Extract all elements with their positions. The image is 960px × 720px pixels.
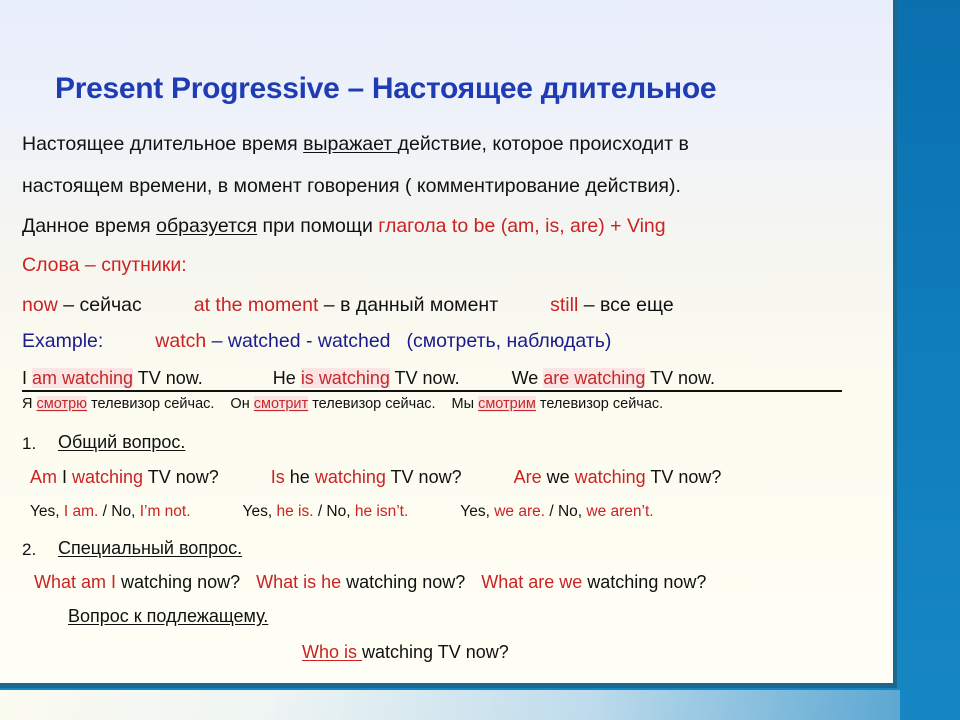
gq-1-subject: I xyxy=(57,467,73,487)
example-verb-base: watch xyxy=(155,330,207,352)
affirmative-row-ru: Я смотрю телевизор сейчас. Он смотрит тел… xyxy=(22,396,663,412)
marker-now-ru: сейчас xyxy=(79,294,142,316)
sq-2-rest: watching now? xyxy=(341,572,466,592)
section-2-number: 2. xyxy=(22,540,37,559)
sa-2-no-answer: he isn’t. xyxy=(354,503,409,520)
marker-now-en: now xyxy=(22,294,58,316)
presentation-slide: Present Progressive – Настоящее длительн… xyxy=(0,0,897,688)
intro-text-e: при помощи xyxy=(257,215,379,237)
gq-1-aux: Am xyxy=(30,467,57,487)
marker-moment-ru: в данный момент xyxy=(340,294,499,316)
aff-2-verb: is watching xyxy=(300,368,390,388)
gq-1-verb: watching xyxy=(72,467,144,487)
subj-q-rest: watching TV now? xyxy=(362,642,509,662)
sa-1-yes-answer: I am. xyxy=(63,503,99,520)
aff-ru-1-verb: смотрю xyxy=(36,396,88,412)
subject-question-row: Who is watching TV now? xyxy=(302,642,509,663)
intro-line-1: Настоящее длительное время выражает дейс… xyxy=(22,133,689,156)
signal-words-heading: Слова – спутники: xyxy=(22,254,187,276)
sq-1-rest: watching now? xyxy=(116,572,241,592)
aff-ru-2-subject: Он xyxy=(230,396,254,412)
aff-2-rest: TV now. xyxy=(389,368,460,388)
intro-line-3: Данное время образуется при помощи глаго… xyxy=(22,215,666,238)
marker-now-dash: – xyxy=(57,294,80,316)
aff-3-verb: are watching xyxy=(543,368,646,388)
page-title: Present Progressive – Настоящее длительн… xyxy=(55,72,717,105)
sq-1-wh: What am I xyxy=(34,572,117,592)
intro-formula: глагола to be (am, is, are) + Ving xyxy=(378,215,666,237)
marker-moment-en: at the moment xyxy=(193,294,319,316)
sa-2-yes: Yes, xyxy=(242,503,277,520)
section-3-heading: Вопрос к подлежащему. xyxy=(68,606,269,626)
gq-1-rest: TV now? xyxy=(143,467,219,487)
gq-3-rest: TV now? xyxy=(645,467,722,487)
aff-1-verb: am watching xyxy=(32,368,134,388)
aff-ru-3-rest: телевизор сейчас. xyxy=(535,396,664,412)
aff-ru-1-rest: телевизор сейчас. xyxy=(87,396,215,412)
gq-3-subject: we xyxy=(541,467,575,487)
sa-3-sep: / No, xyxy=(545,503,587,520)
sq-2-wh: What is he xyxy=(256,572,342,592)
short-answers-row: Yes, I am. / No, I’m not. Yes, he is. / N… xyxy=(30,503,654,521)
aff-ru-2-verb: смотрит xyxy=(253,396,309,412)
gq-2-rest: TV now? xyxy=(385,467,462,487)
aff-ru-3-subject: Мы xyxy=(451,396,479,412)
section-1-number: 1. xyxy=(22,434,37,453)
sa-2-sep: / No, xyxy=(313,503,355,520)
special-questions-row: What am I watching now? What is he watchi… xyxy=(34,572,706,593)
marker-still-ru: все еще xyxy=(600,294,674,316)
marker-moment-dash: – xyxy=(318,294,341,316)
section-2-heading: Специальный вопрос. xyxy=(58,538,243,558)
sq-3-wh: What are we xyxy=(481,572,583,592)
intro-line-2: настоящем времени, в момент говорения ( … xyxy=(22,175,681,197)
marker-still-dash: – xyxy=(578,294,600,316)
sa-3-yes: Yes, xyxy=(460,503,495,520)
gq-3-aux: Are xyxy=(513,467,542,487)
example-verb-forms: – watched - watched xyxy=(206,330,391,352)
gq-2-verb: watching xyxy=(314,467,386,487)
sa-3-no-answer: we aren’t. xyxy=(586,503,654,520)
aff-2-subject: He xyxy=(272,368,301,388)
gq-2-subject: he xyxy=(284,467,315,487)
sq-3-rest: watching now? xyxy=(582,572,707,592)
sa-1-no-answer: I’m not. xyxy=(139,503,191,520)
sa-3-yes-answer: we are. xyxy=(494,503,546,520)
affirmative-underline xyxy=(22,390,842,392)
aff-1-rest: TV now. xyxy=(133,368,203,388)
aff-ru-2-rest: телевизор сейчас. xyxy=(308,396,436,412)
intro-keyword-obrazuetsya: образуется xyxy=(156,215,258,237)
intro-text-c: действие, которое происходит в xyxy=(397,133,689,155)
gq-2-aux: Is xyxy=(270,467,285,487)
sa-1-yes: Yes, xyxy=(30,503,64,520)
section-1-heading: Общий вопрос. xyxy=(58,432,186,452)
intro-text-a: Настоящее длительное время xyxy=(22,133,304,155)
aff-ru-3-verb: смотрим xyxy=(478,396,536,412)
aff-3-subject: We xyxy=(511,368,544,388)
general-questions-row: Am I watching TV now? Is he watching TV n… xyxy=(30,467,721,488)
sa-1-sep: / No, xyxy=(98,503,140,520)
sa-2-yes-answer: he is. xyxy=(276,503,314,520)
example-label: Example: xyxy=(22,330,104,352)
aff-ru-1-subject: Я xyxy=(22,396,37,412)
gq-3-verb: watching xyxy=(574,467,646,487)
intro-keyword-vyrazhaet: выражает xyxy=(303,133,398,155)
marker-still-en: still xyxy=(550,294,579,316)
example-row: Example: watch – watched - watched (смотре… xyxy=(22,330,611,353)
example-translation: (смотреть, наблюдать) xyxy=(406,330,612,352)
aff-3-rest: TV now. xyxy=(645,368,716,388)
background-wash xyxy=(0,690,900,720)
slide-canvas: Present Progressive – Настоящее длительн… xyxy=(0,0,960,720)
aff-1-subject: I xyxy=(22,368,33,388)
intro-text-d: Данное время xyxy=(22,215,157,237)
subj-q-wh: Who is xyxy=(302,642,363,662)
signal-words-row: now – сейчас at the moment – в данный мом… xyxy=(22,294,674,317)
affirmative-row-en: I am watching TV now. He is watching TV n… xyxy=(22,368,715,389)
